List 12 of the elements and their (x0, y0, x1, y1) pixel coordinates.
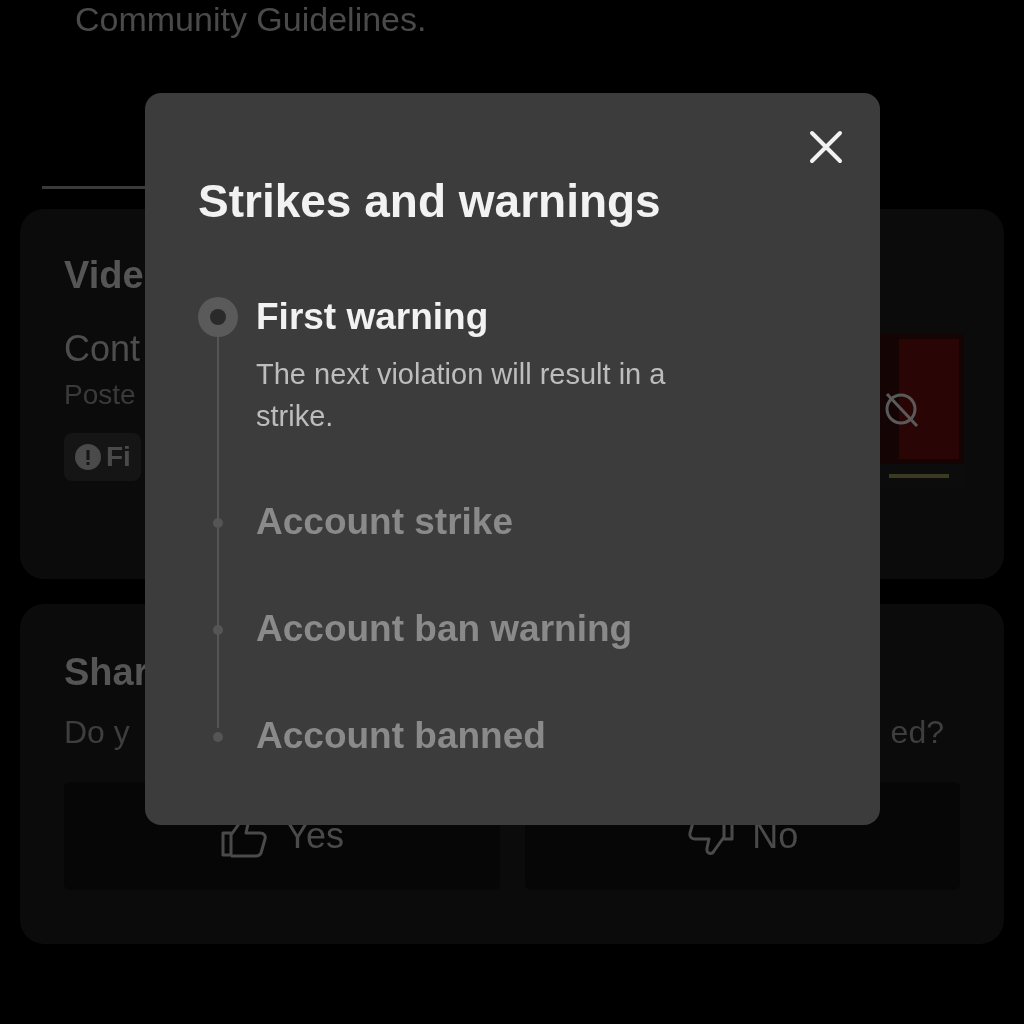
exclamation-icon (74, 443, 102, 471)
step-label: Account ban warning (256, 607, 633, 651)
card-title: Shar (64, 650, 150, 695)
intro-text: Community Guidelines. (75, 0, 427, 38)
content-label: Cont (64, 327, 141, 371)
step-label: Account strike (256, 500, 513, 544)
step-label: First warning (256, 295, 490, 339)
step-description: The next violation will result in a strike. (256, 357, 667, 434)
card-title: Vide (64, 253, 144, 298)
step-label: Account banned (256, 714, 546, 758)
dialog-title: Strikes and warnings (198, 174, 662, 229)
close-button[interactable] (808, 129, 844, 165)
